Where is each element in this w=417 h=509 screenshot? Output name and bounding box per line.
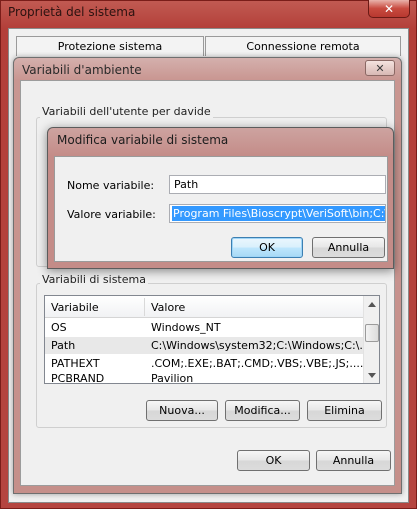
system-variables-group-label: Variabili di sistema	[40, 273, 148, 286]
variable-name: PCBRAND	[51, 372, 105, 384]
column-header-valore[interactable]: Valore	[145, 296, 363, 318]
variable-value-label: Valore variabile:	[67, 208, 156, 221]
system-variables-list-header: Variabile Valore	[45, 296, 363, 318]
variable-value: C:\Windows\system32;C:\Windows;C:\...	[151, 339, 363, 352]
new-variable-button[interactable]: Nuova...	[146, 400, 218, 421]
delete-variable-button[interactable]: Elimina	[307, 400, 382, 421]
table-row[interactable]: Path C:\Windows\system32;C:\Windows;C:\.…	[45, 337, 363, 354]
variable-value-text: Program Files\Bioscrypt\VeriSoft\bin;C:\…	[172, 206, 385, 221]
variable-name: OS	[51, 321, 67, 334]
edit-cancel-button[interactable]: Annulla	[312, 237, 385, 258]
environment-variables-title: Variabili d'ambiente	[22, 63, 142, 77]
variable-value-field[interactable]: Program Files\Bioscrypt\VeriSoft\bin;C:\…	[169, 204, 386, 223]
edit-ok-button[interactable]: OK	[231, 237, 303, 258]
variable-name: Path	[51, 339, 76, 352]
variable-name-label: Nome variabile:	[67, 179, 155, 192]
variable-name: PATHEXT	[51, 357, 100, 370]
system-properties-title: Proprietà del sistema	[8, 5, 136, 19]
scroll-up-arrow-icon[interactable]	[364, 296, 380, 312]
tab-connessione-remota[interactable]: Connessione remota	[205, 36, 401, 56]
environment-variables-close-button[interactable]: ✕	[365, 60, 395, 76]
table-row[interactable]: PATHEXT .COM;.EXE;.BAT;.CMD;.VBS;.VBE;.J…	[45, 355, 363, 372]
variable-name-field[interactable]: Path	[169, 175, 386, 194]
tab-protezione-sistema[interactable]: Protezione sistema	[16, 36, 204, 56]
variable-value: Pavilion	[151, 372, 194, 384]
scroll-down-arrow-icon[interactable]	[364, 367, 380, 383]
env-cancel-button[interactable]: Annulla	[316, 450, 391, 471]
close-icon: ✕	[383, 1, 395, 16]
env-ok-button[interactable]: OK	[237, 450, 310, 471]
variable-value: Windows_NT	[151, 321, 221, 334]
scrollbar-thumb[interactable]	[365, 324, 379, 342]
table-row[interactable]: OS Windows_NT	[45, 319, 363, 336]
column-header-variabile[interactable]: Variabile	[45, 296, 144, 318]
variable-value: .COM;.EXE;.BAT;.CMD;.VBS;.VBE;.JS;....	[151, 357, 363, 370]
list-vertical-scrollbar[interactable]	[363, 296, 379, 383]
table-row[interactable]: PCBRAND Pavilion	[45, 372, 363, 384]
edit-system-variable-title: Modifica variabile di sistema	[57, 133, 229, 147]
edit-variable-button[interactable]: Modifica...	[225, 400, 300, 421]
system-properties-close-button[interactable]: ✕	[368, 0, 410, 18]
variable-name-text: Path	[174, 178, 199, 191]
close-icon: ✕	[375, 61, 385, 75]
user-variables-group-label: Variabili dell'utente per davide	[40, 105, 213, 118]
